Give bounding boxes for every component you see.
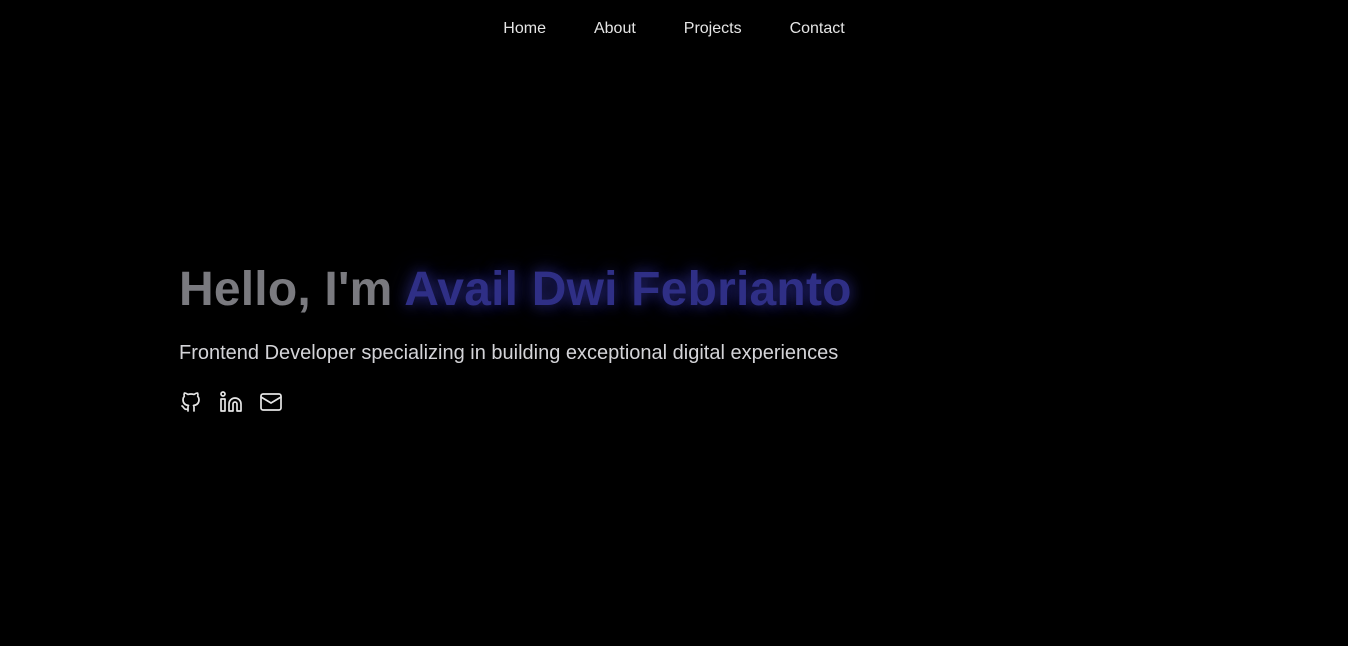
nav-link-contact[interactable]: Contact	[790, 21, 845, 39]
top-navigation: Home About Projects Contact	[0, 0, 1348, 60]
hero-greeting: Hello, I'm	[179, 263, 393, 316]
nav-link-about[interactable]: About	[594, 21, 636, 39]
nav-link-projects[interactable]: Projects	[684, 21, 742, 39]
hero-section: Hello, I'm Avail Dwi Febrianto Frontend …	[179, 262, 1179, 414]
hero-name: Avail Dwi Febrianto	[404, 263, 852, 316]
nav-link-home[interactable]: Home	[503, 21, 546, 39]
github-icon	[181, 392, 200, 412]
linkedin-icon	[220, 391, 242, 412]
github-link[interactable]	[179, 390, 203, 414]
social-links	[179, 390, 1179, 414]
linkedin-link[interactable]	[219, 390, 243, 414]
hero-tagline: Frontend Developer specializing in build…	[179, 342, 839, 364]
mail-icon	[260, 393, 282, 411]
email-link[interactable]	[259, 390, 283, 414]
hero-headline: Hello, I'm Avail Dwi Febrianto	[179, 262, 1179, 318]
